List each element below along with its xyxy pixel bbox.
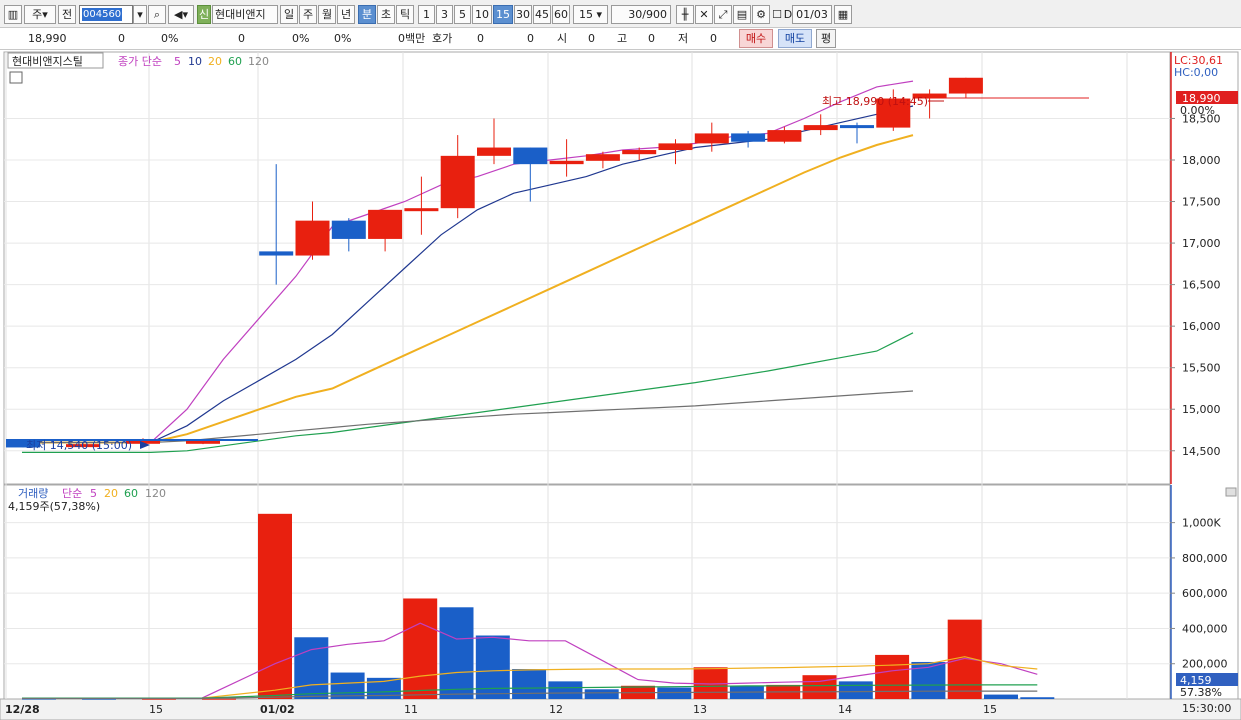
vol-legend-ma120: 120 [145, 487, 166, 500]
legend-ma20: 20 [208, 55, 222, 68]
volume-bar [838, 681, 873, 699]
legend-stock-name: 현대비앤지스틸 [12, 55, 83, 68]
volume-bar [475, 635, 510, 699]
volume-bar [548, 681, 583, 699]
candle-body [731, 133, 766, 142]
volume-bar [875, 654, 910, 699]
volume-tick-label: 200,000 [1182, 658, 1228, 671]
volume-bar [584, 689, 619, 699]
candle-body [803, 125, 838, 131]
price-tick-label: 15,000 [1182, 403, 1221, 416]
price-tick-label: 16,500 [1182, 279, 1221, 292]
candle-body [295, 220, 330, 256]
candle-body [404, 208, 439, 212]
x-tick-label: 15 [149, 703, 163, 716]
price-tick-label: 14,500 [1182, 445, 1221, 458]
candle-body [513, 147, 548, 165]
candle-body [368, 209, 403, 239]
price-tick-label: 17,500 [1182, 196, 1221, 209]
candle-body [440, 155, 475, 209]
x-axis-area [0, 698, 1241, 720]
volume-bar [802, 675, 837, 699]
volume-bar [403, 598, 438, 699]
x-tick-label: 12 [549, 703, 563, 716]
volume-tick-label: 800,000 [1182, 552, 1228, 565]
volume-bar [330, 672, 365, 699]
volume-bar [258, 513, 292, 699]
candle-body [694, 133, 729, 144]
table-toggle-icon[interactable] [9, 71, 23, 84]
x-axis-right-label: 15:30:00 [1182, 702, 1231, 715]
price-tick-label: 18,000 [1182, 154, 1221, 167]
price-tick-label: 15,500 [1182, 362, 1221, 375]
high-annotation: 최고 18,990 (14:45) [822, 95, 928, 108]
candle-body [331, 220, 366, 239]
hc-label: HC:0,00 [1174, 66, 1218, 79]
x-tick-label: 12/28 [5, 703, 40, 716]
price-panel [3, 51, 1171, 485]
volume-bar [984, 694, 1018, 699]
price-tick-label: 16,000 [1182, 320, 1221, 333]
candle-body [585, 154, 620, 161]
x-tick-label: 14 [838, 703, 852, 716]
candle-body [658, 143, 693, 151]
legend-ma5: 5 [174, 55, 181, 68]
legend-ma10: 10 [188, 55, 202, 68]
volume-bar [294, 637, 329, 699]
vol-legend-type: 단순 [62, 487, 82, 500]
panel-close-icon[interactable] [1225, 487, 1237, 497]
candle-body [948, 77, 983, 94]
stock-chart: 12/28 15 01/02 11 12 13 14 1518,50018,00017,500… [0, 51, 1241, 720]
x-tick-label: 15 [983, 703, 997, 716]
x-tick-label: 01/02 [260, 703, 295, 716]
y-axis-area [1169, 51, 1239, 700]
current-price-pct: 0.00% [1180, 104, 1215, 117]
volume-bar [439, 607, 474, 699]
candle-body [186, 440, 220, 444]
candle-body [477, 147, 511, 156]
volume-bar [657, 687, 692, 699]
volume-tick-label: 1,000K [1182, 517, 1221, 530]
candle-body [622, 150, 657, 155]
vol-legend-ma20: 20 [104, 487, 118, 500]
volume-tick-label: 600,000 [1182, 587, 1228, 600]
low-annotation: 최저 14,540 (15:00) [26, 439, 132, 452]
x-tick-label: 11 [404, 703, 418, 716]
vol-legend-ma5: 5 [90, 487, 97, 500]
price-tick-label: 17,000 [1182, 237, 1221, 250]
volume-tick-label: 400,000 [1182, 622, 1228, 635]
vol-legend-title: 거래량 [18, 487, 48, 500]
candle-body [549, 160, 584, 165]
candle-body [259, 251, 294, 256]
current-volume-pct: 57.38% [1180, 686, 1222, 699]
volume-panel [3, 484, 1171, 700]
legend-ma60: 60 [228, 55, 242, 68]
vol-sub-label: 4,159주(57,38%) [8, 500, 100, 513]
x-tick-label: 13 [693, 703, 707, 716]
volume-bar [1020, 697, 1055, 699]
volume-bar [512, 669, 547, 699]
candle-body [767, 130, 802, 142]
vol-legend-ma60: 60 [124, 487, 138, 500]
candle-body [840, 125, 874, 129]
legend-type: 종가 단순 [118, 55, 162, 68]
legend-ma120: 120 [248, 55, 269, 68]
